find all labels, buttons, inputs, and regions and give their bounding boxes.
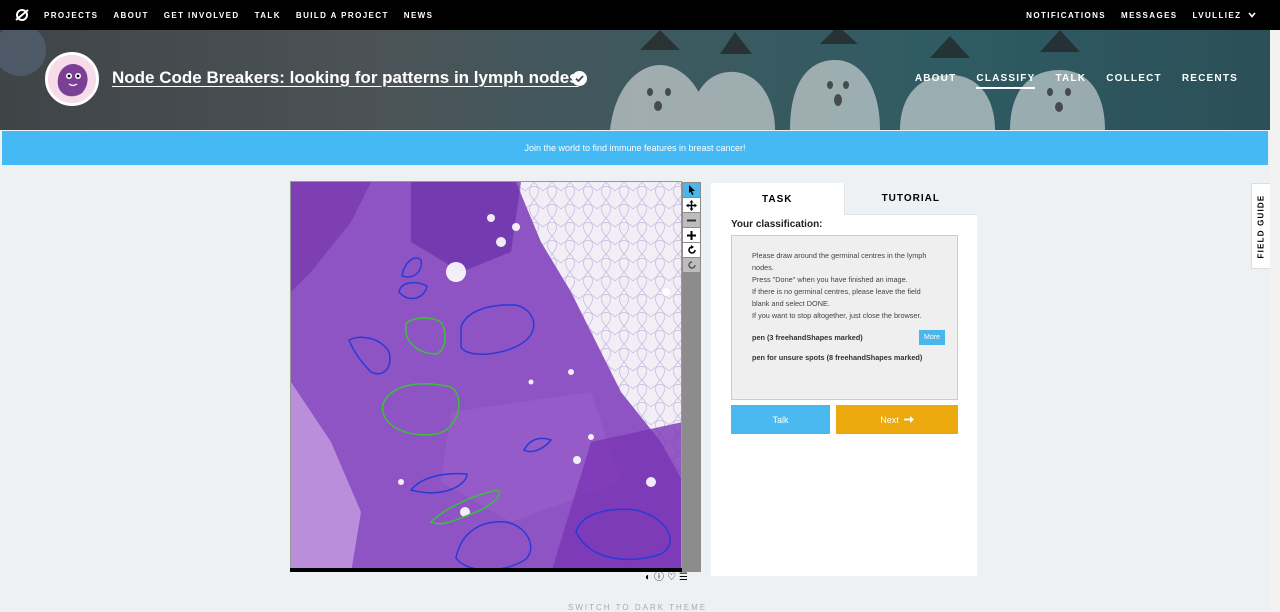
zoom-out-icon [687,219,696,221]
rotate-button[interactable] [683,243,700,257]
image-frame-bar [290,568,682,572]
field-guide-label: FIELD GUIDE [1256,194,1266,258]
project-nav-recents[interactable]: RECENTS [1182,73,1238,89]
subject-image-viewer[interactable] [290,181,682,572]
drawing-tool-unsure-pen[interactable]: pen for unsure spots (8 freehandShapes m… [752,352,939,363]
instruction-line: If there is no germinal centres, please … [752,287,921,308]
zoom-in-button[interactable] [683,228,700,242]
task-instructions: Please draw around the germinal centres … [731,235,958,400]
viewer-toolbar [682,182,701,572]
verified-badge-icon [572,71,587,86]
tab-task[interactable]: TASK [711,183,844,215]
pointer-tool-button[interactable] [683,183,700,197]
messages-link[interactable]: MESSAGES [1121,11,1178,20]
nav-get-involved[interactable]: GET INVOLVED [164,11,240,20]
favorite-icon[interactable]: ♡ [667,573,676,583]
subject-meta-tools: ◐ ⓘ ♡ ☰ [645,573,688,583]
pan-icon [686,199,697,211]
tool-label: pen for unsure spots (8 freehandShapes m… [752,353,923,362]
project-title[interactable]: Node Code Breakers: looking for patterns… [112,68,579,88]
site-links: PROJECTS ABOUT GET INVOLVED TALK BUILD A… [44,11,433,20]
invert-icon[interactable]: ◐ [645,573,651,583]
instruction-line: If you want to stop altogether, just clo… [752,311,922,320]
pan-tool-button[interactable] [683,198,700,212]
nav-talk[interactable]: TALK [255,11,281,20]
pointer-icon [688,185,695,195]
project-header: Node Code Breakers: looking for patterns… [0,30,1270,130]
reset-view-button[interactable] [683,258,700,272]
nav-about[interactable]: ABOUT [113,11,148,20]
theme-switch-link[interactable]: SWITCH TO DARK THEME [568,603,707,612]
project-avatar[interactable] [45,52,99,106]
talk-button[interactable]: Talk [731,405,830,434]
classification-label: Your classification: [731,219,823,230]
user-menu[interactable]: LVULLIEZ [1193,11,1256,20]
reset-icon [687,261,696,269]
project-nav-talk[interactable]: TALK [1055,73,1086,89]
username: LVULLIEZ [1192,10,1242,20]
tool-label: pen (3 freehandShapes marked) [752,333,863,342]
instruction-line: Press "Done" when you have finished an i… [752,275,908,284]
notifications-link[interactable]: NOTIFICATIONS [1026,11,1106,20]
page-scrollbar[interactable] [1270,30,1280,610]
collections-icon[interactable]: ☰ [679,573,688,583]
nav-build-a-project[interactable]: BUILD A PROJECT [296,11,389,20]
drawing-tool-pen[interactable]: pen (3 freehandShapes marked) More [752,330,945,345]
zoom-in-icon [687,230,696,240]
tab-tutorial[interactable]: TUTORIAL [843,183,977,215]
nav-news[interactable]: NEWS [404,11,434,20]
next-label: Next [880,414,899,425]
lymph-node-image[interactable] [291,182,682,572]
instruction-line: Please draw around the germinal centres … [752,251,927,272]
project-nav-collect[interactable]: COLLECT [1106,73,1162,89]
announcement-banner: Join the world to find immune features i… [2,131,1268,165]
user-links: NOTIFICATIONS MESSAGES LVULLIEZ [1026,11,1256,20]
zoom-out-button[interactable] [683,213,700,227]
nav-projects[interactable]: PROJECTS [44,11,98,20]
task-tabs: TASK TUTORIAL [711,183,977,215]
project-navigation: ABOUT CLASSIFY TALK COLLECT RECENTS [915,73,1238,89]
project-nav-classify[interactable]: CLASSIFY [976,73,1036,89]
more-button[interactable]: More [919,330,945,345]
task-panel: TASK TUTORIAL Your classification: Pleas… [711,183,977,576]
project-nav-about[interactable]: ABOUT [915,73,957,89]
next-button[interactable]: Next [836,405,958,434]
field-guide-tab[interactable]: FIELD GUIDE [1251,183,1271,269]
zooniverse-logo-icon[interactable] [0,8,44,22]
top-navigation: PROJECTS ABOUT GET INVOLVED TALK BUILD A… [0,0,1280,30]
chevron-down-icon [1248,11,1256,18]
rotate-icon [687,245,696,254]
arrow-right-icon [903,416,914,423]
info-icon[interactable]: ⓘ [654,573,664,583]
